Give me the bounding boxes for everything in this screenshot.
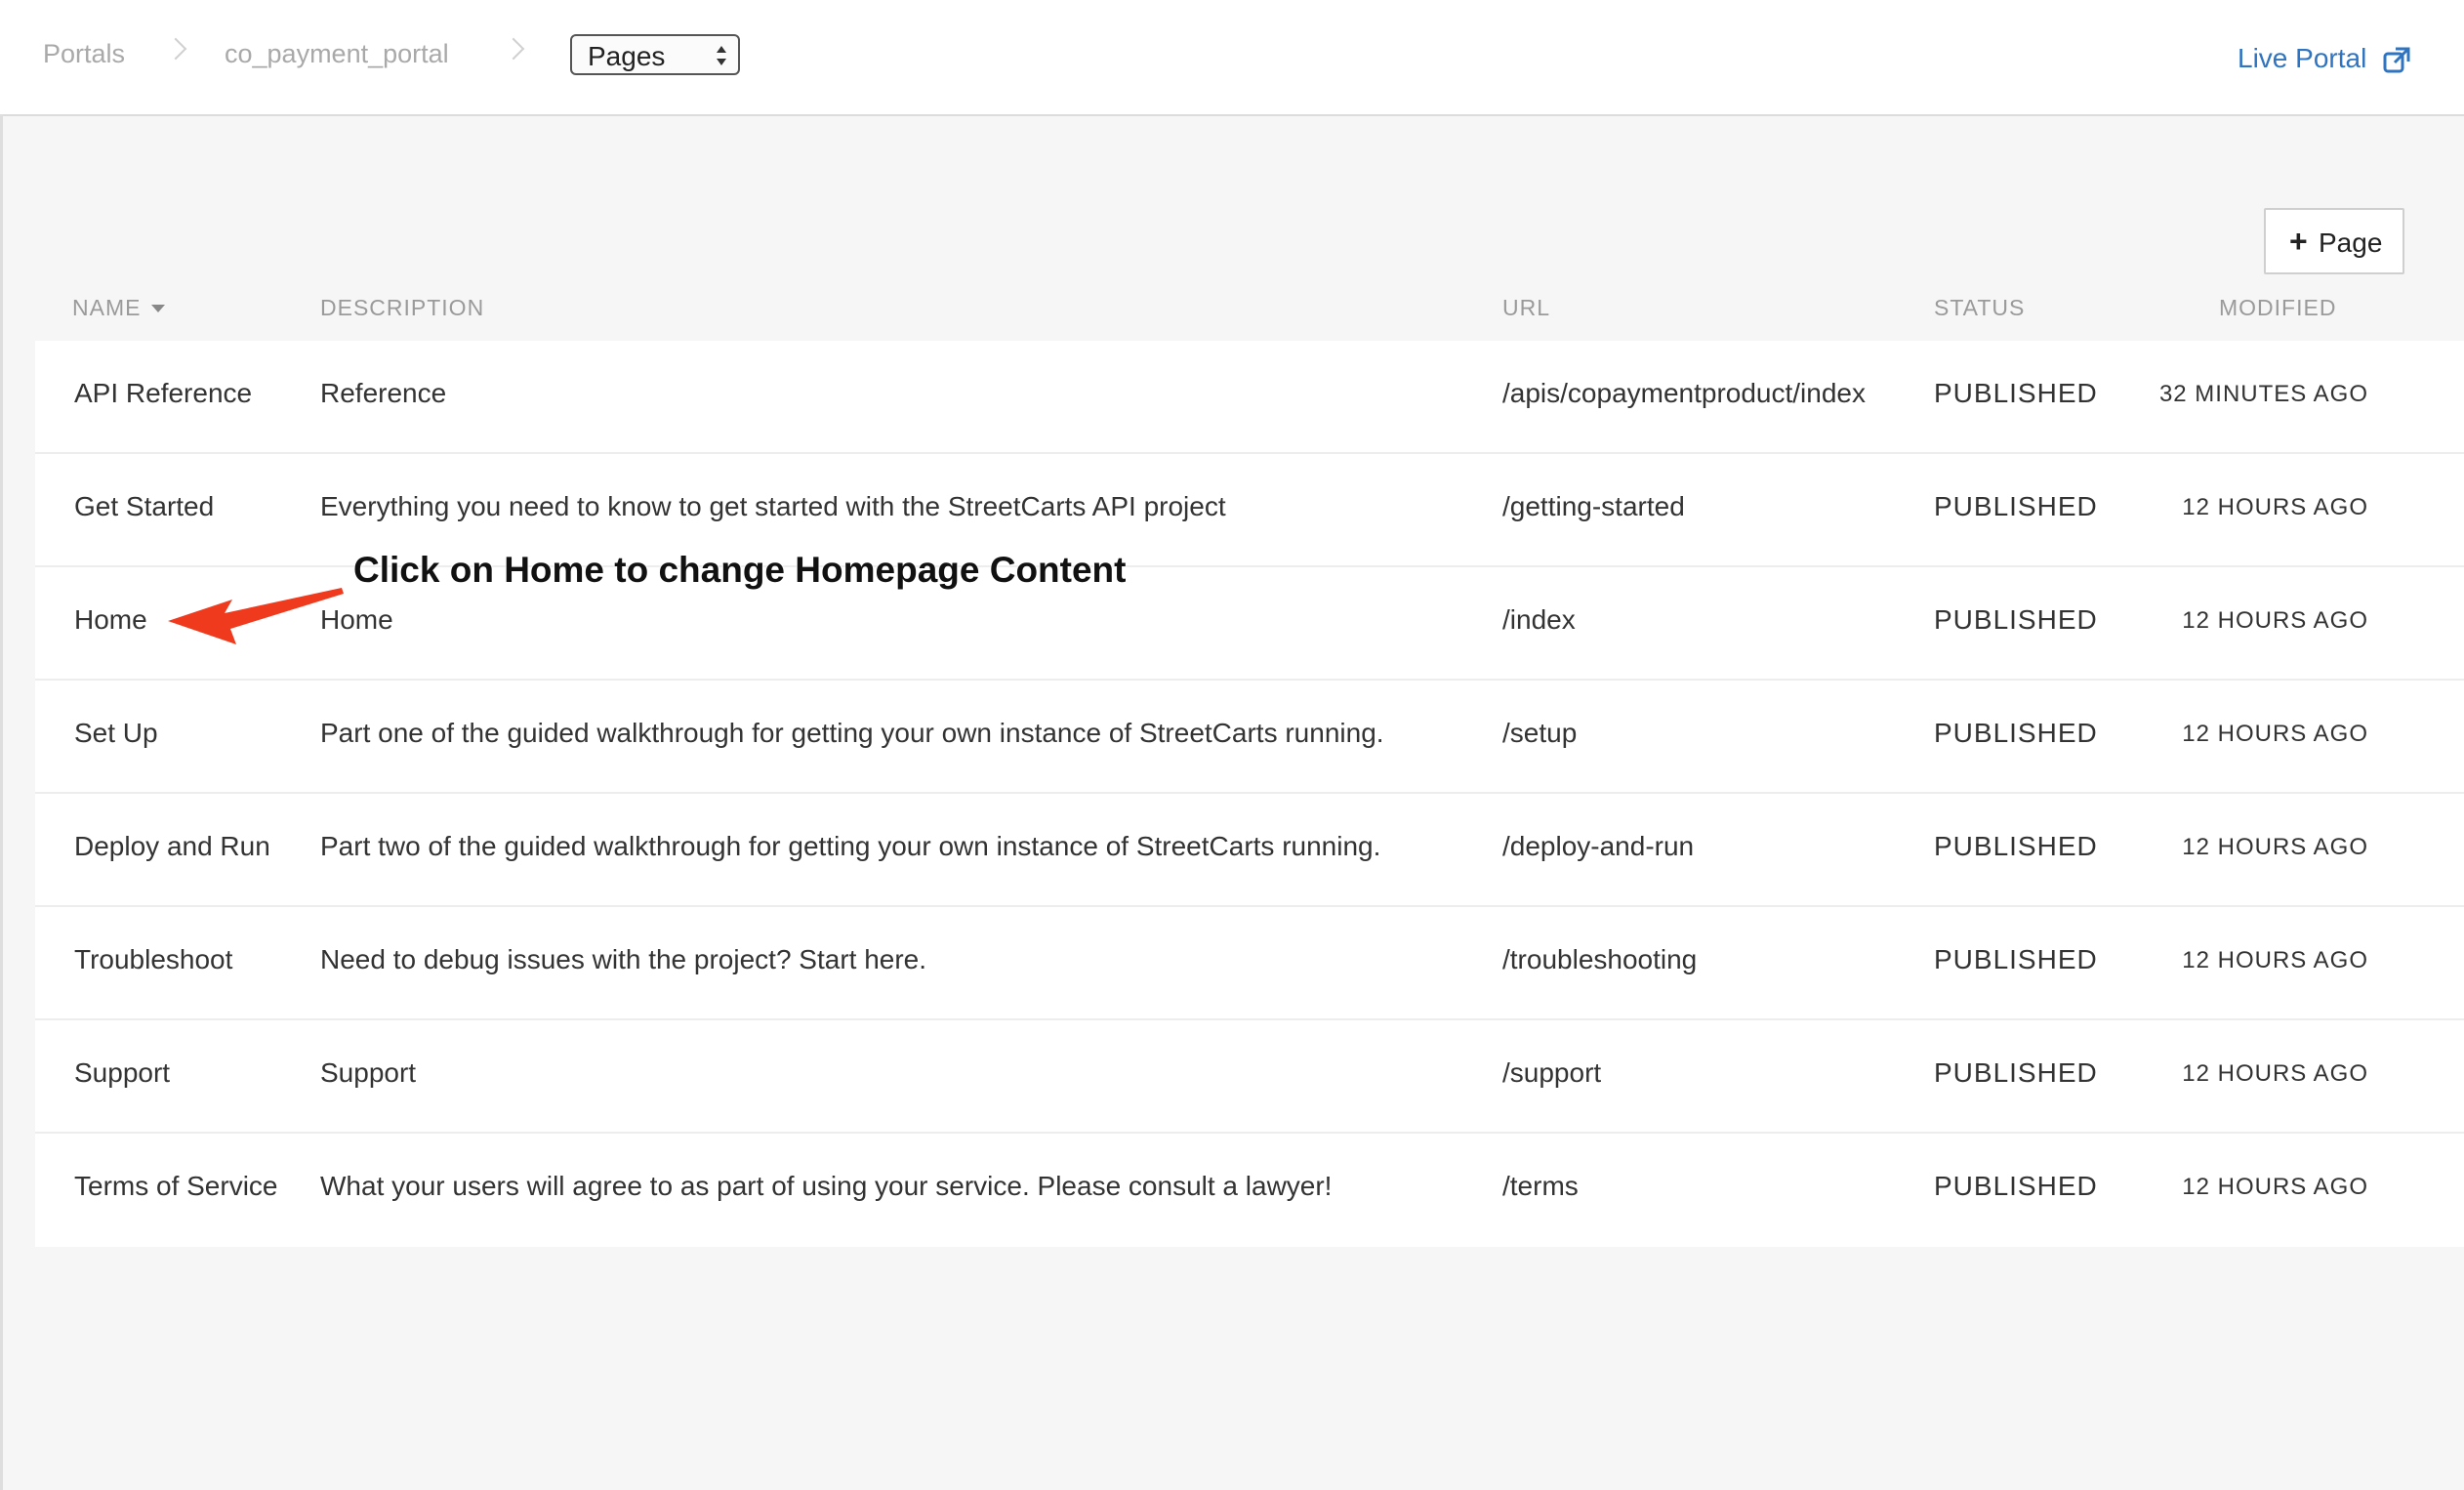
page-description: Everything you need to know to get start…	[320, 491, 1226, 521]
page-status: PUBLISHED	[1934, 491, 2098, 521]
page-status: PUBLISHED	[1934, 1057, 2098, 1088]
page-name[interactable]: Terms of Service	[74, 1171, 278, 1202]
breadcrumb-portal-name[interactable]: co_payment_portal	[225, 39, 449, 69]
page-url: /support	[1502, 1057, 1602, 1088]
plus-icon: +	[2289, 224, 2308, 259]
table-row[interactable]: Deploy and Run Part two of the guided wa…	[35, 794, 2464, 907]
page-name[interactable]: API Reference	[74, 378, 252, 409]
page-description: What your users will agree to as part of…	[320, 1171, 1333, 1201]
add-page-button[interactable]: + Page	[2264, 208, 2404, 274]
page-modified: 12 HOURS AGO	[2182, 947, 2368, 973]
page-status: PUBLISHED	[1934, 831, 2098, 861]
page-name[interactable]: Home	[74, 604, 147, 636]
column-header-name[interactable]: NAME	[72, 295, 141, 321]
column-header-description: DESCRIPTION	[320, 295, 485, 320]
page-description: Part one of the guided walkthrough for g…	[320, 718, 1384, 748]
page-url: /deploy-and-run	[1502, 831, 1695, 861]
page-modified: 12 HOURS AGO	[2182, 494, 2368, 520]
section-select[interactable]: Pages	[570, 34, 740, 75]
column-header-modified: MODIFIED	[2219, 295, 2337, 320]
sort-down-icon[interactable]	[151, 305, 165, 312]
page-modified: 32 MINUTES AGO	[2158, 381, 2368, 407]
column-header-status: STATUS	[1934, 295, 2026, 320]
page-status: PUBLISHED	[1934, 944, 2098, 974]
breadcrumb-portals[interactable]: Portals	[43, 39, 125, 69]
table-row[interactable]: Terms of Service What your users will ag…	[35, 1134, 2464, 1247]
page-name[interactable]: Support	[74, 1057, 170, 1089]
section-select-value: Pages	[588, 41, 666, 71]
pages-table: API Reference Reference /apis/copaymentp…	[35, 341, 2464, 1247]
page-status: PUBLISHED	[1934, 1171, 2098, 1201]
table-row[interactable]: Support Support /support PUBLISHED 12 HO…	[35, 1020, 2464, 1134]
page-name[interactable]: Deploy and Run	[74, 831, 270, 862]
page-description: Support	[320, 1057, 417, 1088]
annotation-callout-text: Click on Home to change Homepage Content	[353, 550, 1127, 590]
table-row[interactable]: Set Up Part one of the guided walkthroug…	[35, 681, 2464, 794]
page-url: /apis/copaymentproduct/index	[1502, 378, 1866, 408]
page-description: Part two of the guided walkthrough for g…	[320, 831, 1381, 861]
page-modified: 12 HOURS AGO	[2182, 834, 2368, 860]
left-divider	[0, 114, 3, 1490]
page-status: PUBLISHED	[1934, 718, 2098, 748]
table-row[interactable]: Troubleshoot Need to debug issues with t…	[35, 907, 2464, 1020]
page-name[interactable]: Set Up	[74, 718, 158, 749]
page-url: /index	[1502, 604, 1576, 635]
page-modified: 12 HOURS AGO	[2182, 607, 2368, 634]
page-modified: 12 HOURS AGO	[2182, 1060, 2368, 1087]
page-url: /troubleshooting	[1502, 944, 1698, 974]
page-url: /terms	[1502, 1171, 1579, 1201]
page-modified: 12 HOURS AGO	[2182, 1174, 2368, 1200]
chevron-right-icon	[164, 37, 187, 61]
page-description: Reference	[320, 378, 447, 408]
page-modified: 12 HOURS AGO	[2182, 721, 2368, 747]
table-row[interactable]: API Reference Reference /apis/copaymentp…	[35, 341, 2464, 454]
chevron-right-icon	[502, 37, 525, 61]
page-status: PUBLISHED	[1934, 604, 2098, 635]
page-url: /getting-started	[1502, 491, 1685, 521]
live-portal-link[interactable]: Live Portal	[2238, 43, 2366, 74]
page-name[interactable]: Get Started	[74, 491, 214, 522]
page-name[interactable]: Troubleshoot	[74, 944, 232, 975]
top-bar: Portals co_payment_portal Pages Live Por…	[0, 0, 2464, 116]
page-url: /setup	[1502, 718, 1578, 748]
page-description: Need to debug issues with the project? S…	[320, 944, 927, 974]
add-page-label: Page	[2319, 228, 2383, 258]
select-arrows-icon	[717, 46, 726, 65]
page-status: PUBLISHED	[1934, 378, 2098, 408]
annotation-arrow-icon	[168, 588, 344, 644]
column-header-url: URL	[1502, 295, 1551, 320]
external-link-icon[interactable]	[2382, 46, 2411, 75]
